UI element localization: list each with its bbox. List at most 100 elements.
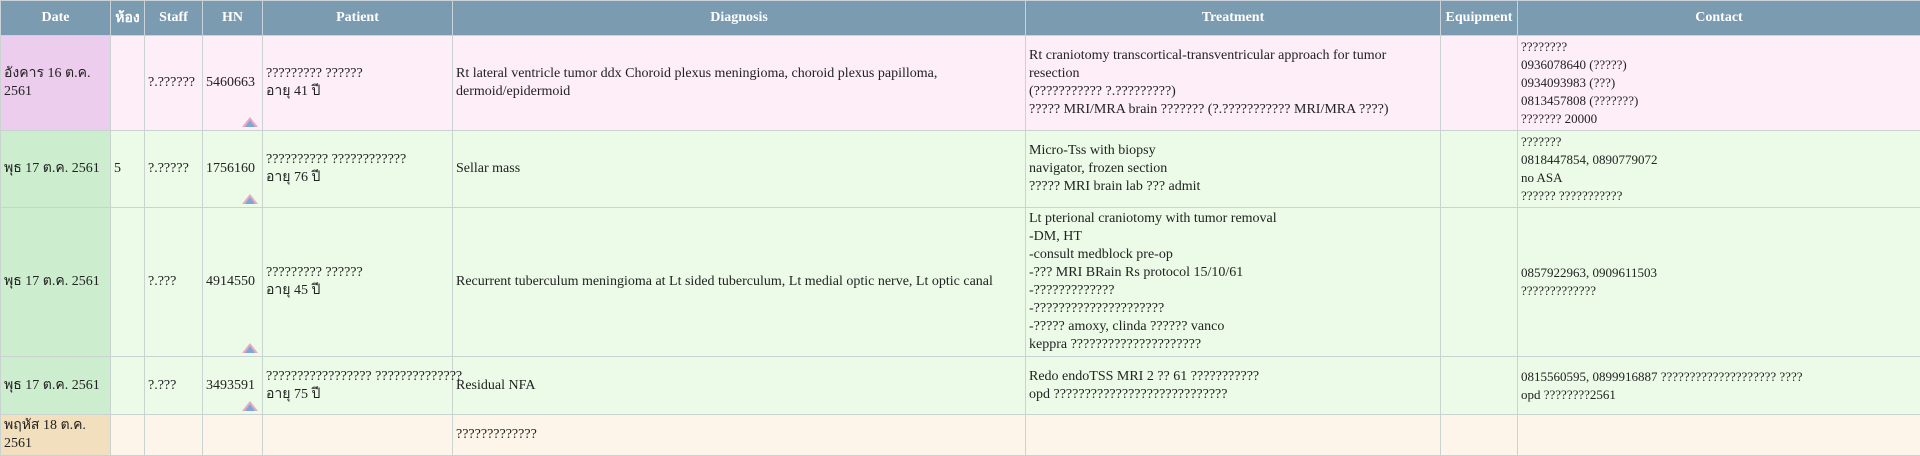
equipment-cell[interactable] [1441, 36, 1518, 131]
staff-cell[interactable]: ?.????? [145, 131, 203, 208]
date-cell[interactable]: อังคาร 16 ต.ค. 2561 [1, 36, 111, 131]
staff-cell[interactable]: ?.?????? [145, 36, 203, 131]
col-header-diagnosis[interactable]: Diagnosis [453, 1, 1026, 36]
date-cell[interactable]: พุธ 17 ต.ค. 2561 [1, 357, 111, 415]
equipment-cell[interactable] [1441, 357, 1518, 415]
treatment-line: ????? MRI/MRA brain ??????? (?.?????????… [1029, 101, 1437, 119]
table-row: พฤหัส 18 ต.ค. 2561 ????????????? [1, 415, 1920, 456]
hn-cell[interactable]: 3493591 [203, 357, 263, 415]
patient-age: อายุ 75 ปี [266, 386, 449, 404]
equipment-cell[interactable] [1441, 208, 1518, 357]
contact-line: 0936078640 (?????) [1521, 56, 1917, 74]
treatment-cell[interactable]: Micro-Tss with biopsy navigator, frozen … [1026, 131, 1441, 208]
treatment-line: -????? amoxy, clinda ?????? vanco [1029, 318, 1437, 336]
patient-name: ?????????? ???????????? [266, 151, 449, 169]
col-header-room[interactable]: ห้อง [111, 1, 145, 36]
treatment-line: Rt craniotomy transcortical-transventric… [1029, 47, 1437, 83]
hn-cell[interactable]: 5460663 [203, 36, 263, 131]
treatment-line: Lt pterional craniotomy with tumor remov… [1029, 210, 1437, 228]
table-row: พุธ 17 ต.ค. 2561 5 ?.????? 1756160 ?????… [1, 131, 1920, 208]
patient-cell[interactable]: ?????????? ???????????? อายุ 76 ปี [263, 131, 453, 208]
col-header-staff[interactable]: Staff [145, 1, 203, 36]
contact-line: 0813457808 (???????) [1521, 92, 1917, 110]
contact-line: ?????? ??????????? [1521, 187, 1917, 205]
patient-name: ????????? ?????? [266, 264, 449, 282]
patient-cell[interactable]: ????????? ?????? อายุ 41 ปี [263, 36, 453, 131]
treatment-line: -????????????? [1029, 282, 1437, 300]
treatment-line: Micro-Tss with biopsy [1029, 142, 1437, 160]
hn-value: 4914550 [206, 274, 255, 289]
patient-link-icon[interactable] [241, 400, 259, 412]
room-cell[interactable] [111, 357, 145, 415]
room-cell[interactable] [111, 208, 145, 357]
header-row: Date ห้อง Staff HN Patient Diagnosis Tre… [1, 1, 1920, 36]
staff-cell[interactable]: ?.??? [145, 208, 203, 357]
date-cell[interactable]: พุธ 17 ต.ค. 2561 [1, 131, 111, 208]
patient-name: ????????????????? ?????????????? [266, 368, 449, 386]
col-header-date[interactable]: Date [1, 1, 111, 36]
room-cell[interactable]: 5 [111, 131, 145, 208]
room-cell[interactable] [111, 36, 145, 131]
patient-age: อายุ 41 ปี [266, 83, 449, 101]
hn-value: 5460663 [206, 75, 255, 90]
contact-line: 0934093983 (???) [1521, 74, 1917, 92]
contact-cell[interactable]: ???????? 0936078640 (?????) 0934093983 (… [1518, 36, 1920, 131]
treatment-line: navigator, frozen section [1029, 160, 1437, 178]
treatment-line: ????? MRI brain lab ??? admit [1029, 178, 1437, 196]
hn-cell[interactable]: 4914550 [203, 208, 263, 357]
patient-link-icon[interactable] [241, 342, 259, 354]
col-header-patient[interactable]: Patient [263, 1, 453, 36]
hn-value: 1756160 [206, 161, 255, 176]
col-header-treatment[interactable]: Treatment [1026, 1, 1441, 36]
contact-line: opd ????????2561 [1521, 386, 1917, 404]
contact-line: 0815560595, 0899916887 ?????????????????… [1521, 368, 1917, 386]
treatment-cell[interactable]: Lt pterional craniotomy with tumor remov… [1026, 208, 1441, 357]
treatment-cell[interactable]: Redo endoTSS MRI 2 ?? 61 ??????????? opd… [1026, 357, 1441, 415]
table-row: อังคาร 16 ต.ค. 2561 ?.?????? 5460663 ???… [1, 36, 1920, 131]
patient-link-icon[interactable] [241, 193, 259, 205]
treatment-line: -DM, HT [1029, 228, 1437, 246]
table-row: พุธ 17 ต.ค. 2561 ?.??? 3493591 ?????????… [1, 357, 1920, 415]
contact-cell[interactable]: ??????? 0818447854, 0890779072 no ASA ??… [1518, 131, 1920, 208]
equipment-cell[interactable] [1441, 415, 1518, 456]
diagnosis-cell[interactable]: Rt lateral ventricle tumor ddx Choroid p… [453, 36, 1026, 131]
col-header-equipment[interactable]: Equipment [1441, 1, 1518, 36]
patient-cell[interactable] [263, 415, 453, 456]
patient-cell[interactable]: ????????????????? ?????????????? อายุ 75… [263, 357, 453, 415]
contact-line: ??????? [1521, 133, 1917, 151]
treatment-line: keppra ????????????????????? [1029, 336, 1437, 354]
diagnosis-cell[interactable]: Recurrent tuberculum meningioma at Lt si… [453, 208, 1026, 357]
room-cell[interactable] [111, 415, 145, 456]
treatment-line: Redo endoTSS MRI 2 ?? 61 ??????????? [1029, 368, 1437, 386]
diagnosis-cell[interactable]: ????????????? [453, 415, 1026, 456]
patient-name: ????????? ?????? [266, 65, 449, 83]
treatment-line: -consult medblock pre-op [1029, 246, 1437, 264]
date-cell[interactable]: พฤหัส 18 ต.ค. 2561 [1, 415, 111, 456]
treatment-cell[interactable]: Rt craniotomy transcortical-transventric… [1026, 36, 1441, 131]
contact-line: no ASA [1521, 169, 1917, 187]
treatment-line: -??? MRI BRain Rs protocol 15/10/61 [1029, 264, 1437, 282]
staff-cell[interactable] [145, 415, 203, 456]
contact-cell[interactable] [1518, 415, 1920, 456]
hn-cell[interactable]: 1756160 [203, 131, 263, 208]
contact-cell[interactable]: 0857922963, 0909611503 ????????????? [1518, 208, 1920, 357]
diagnosis-cell[interactable]: Sellar mass [453, 131, 1026, 208]
date-cell[interactable]: พุธ 17 ต.ค. 2561 [1, 208, 111, 357]
hn-cell[interactable] [203, 415, 263, 456]
staff-cell[interactable]: ?.??? [145, 357, 203, 415]
patient-age: อายุ 76 ปี [266, 169, 449, 187]
contact-line: ???????? [1521, 38, 1917, 56]
treatment-cell[interactable] [1026, 415, 1441, 456]
equipment-cell[interactable] [1441, 131, 1518, 208]
contact-cell[interactable]: 0815560595, 0899916887 ?????????????????… [1518, 357, 1920, 415]
diagnosis-cell[interactable]: Residual NFA [453, 357, 1026, 415]
contact-line: 0818447854, 0890779072 [1521, 151, 1917, 169]
patient-cell[interactable]: ????????? ?????? อายุ 45 ปี [263, 208, 453, 357]
treatment-line: -????????????????????? [1029, 300, 1437, 318]
treatment-line: opd ???????????????????????????? [1029, 386, 1437, 404]
col-header-hn[interactable]: HN [203, 1, 263, 36]
patient-link-icon[interactable] [241, 116, 259, 128]
col-header-contact[interactable]: Contact [1518, 1, 1920, 36]
schedule-table: Date ห้อง Staff HN Patient Diagnosis Tre… [0, 0, 1920, 456]
contact-line: ????????????? [1521, 282, 1917, 300]
